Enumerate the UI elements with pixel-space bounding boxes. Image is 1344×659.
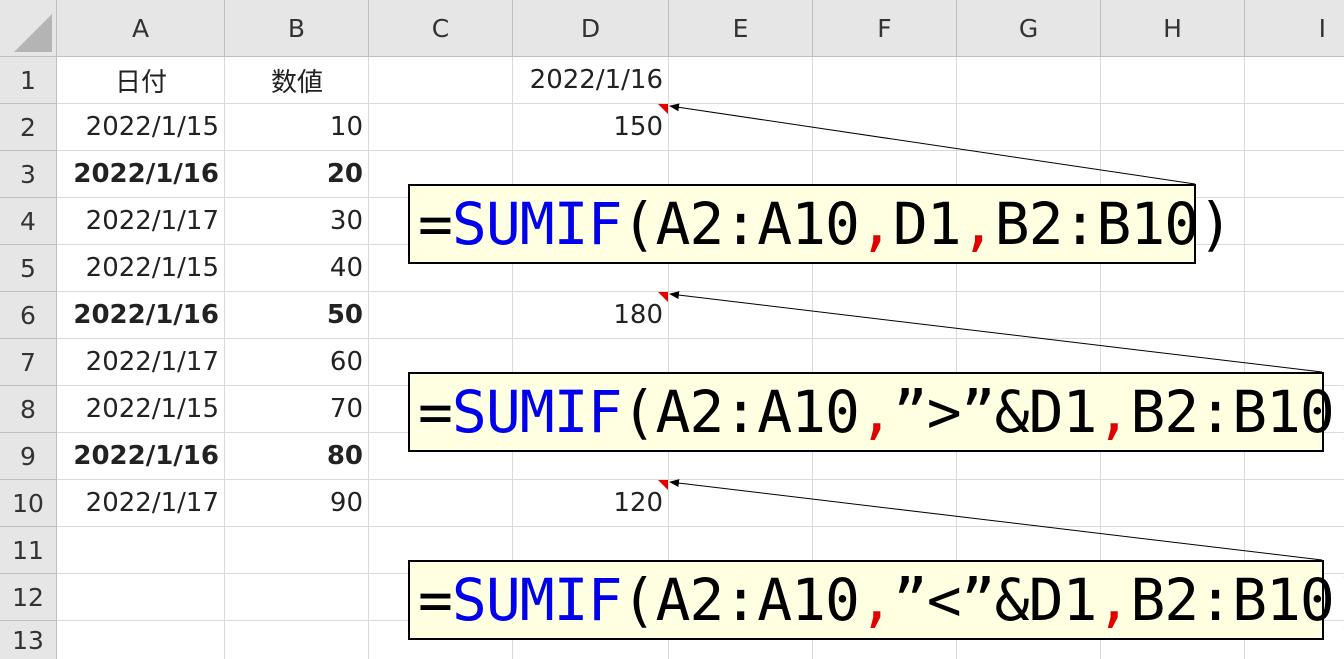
row-header-5[interactable]: 5 <box>0 245 57 292</box>
row-header-11[interactable]: 11 <box>0 527 57 574</box>
column-header-h[interactable]: H <box>1101 0 1245 57</box>
formula-sum-range: B2:B10) <box>1130 566 1344 634</box>
row-header-6[interactable]: 6 <box>0 292 57 339</box>
formula-separator: , <box>1096 378 1131 446</box>
cell-a4[interactable]: 2022/1/17 <box>57 198 225 244</box>
formula-range: (A2:A10 <box>621 566 860 634</box>
row-header-7[interactable]: 7 <box>0 339 57 386</box>
cell-d1[interactable]: 2022/1/16 <box>513 57 669 103</box>
cell-b7[interactable]: 60 <box>225 339 369 385</box>
comment-indicator-icon[interactable] <box>658 292 668 302</box>
formula-comment-2[interactable]: =SUMIF(A2:A10,”>”&D1,B2:B10) <box>408 372 1344 452</box>
select-all-button[interactable] <box>0 0 57 57</box>
comment-indicator-icon[interactable] <box>658 104 668 114</box>
formula-criteria: ”<”&D1 <box>892 566 1098 634</box>
cell-b9[interactable]: 80 <box>225 433 369 479</box>
formula-criteria: D1 <box>892 190 962 258</box>
comment-arrow-1 <box>669 103 1196 185</box>
formula-sum-range: B2:B10) <box>1130 378 1344 446</box>
row-header-13[interactable]: 13 <box>0 621 57 659</box>
cell-b5[interactable]: 40 <box>225 245 369 291</box>
formula-separator: , <box>1096 566 1131 634</box>
cell-a1[interactable]: 日付 <box>57 57 225 103</box>
formula-function: SUMIF <box>451 566 623 634</box>
cell-a3[interactable]: 2022/1/16 <box>57 151 225 197</box>
comment-arrow-3 <box>669 479 1323 561</box>
cell-a7[interactable]: 2022/1/17 <box>57 339 225 385</box>
formula-equals: = <box>418 566 453 634</box>
comment-indicator-icon[interactable] <box>658 480 668 490</box>
gridline <box>57 526 1344 527</box>
column-header-g[interactable]: G <box>957 0 1101 57</box>
formula-criteria: ”>”&D1 <box>892 378 1098 446</box>
cell-a2[interactable]: 2022/1/15 <box>57 104 225 150</box>
column-header-b[interactable]: B <box>225 0 369 57</box>
row-header-4[interactable]: 4 <box>0 198 57 245</box>
formula-range: (A2:A10 <box>621 378 860 446</box>
column-header-c[interactable]: C <box>369 0 513 57</box>
cell-b4[interactable]: 30 <box>225 198 369 244</box>
row-header-10[interactable]: 10 <box>0 480 57 527</box>
cell-b3[interactable]: 20 <box>225 151 369 197</box>
row-header-2[interactable]: 2 <box>0 104 57 151</box>
comment-arrow-2 <box>669 291 1323 373</box>
cell-b6[interactable]: 50 <box>225 292 369 338</box>
cell-d6[interactable]: 180 <box>513 292 669 338</box>
column-header-d[interactable]: D <box>513 0 669 57</box>
cell-a5[interactable]: 2022/1/15 <box>57 245 225 291</box>
formula-comment-1[interactable]: = SUMIF (A2:A10, D1, B2:B10) <box>408 184 1233 264</box>
formula-function: SUMIF <box>451 378 623 446</box>
select-all-triangle-icon <box>14 14 52 52</box>
column-header-i[interactable]: I <box>1245 0 1344 57</box>
formula-separator: , <box>858 378 894 446</box>
cell-d2[interactable]: 150 <box>513 104 669 150</box>
column-header-a[interactable]: A <box>57 0 225 57</box>
row-header-12[interactable]: 12 <box>0 574 57 621</box>
cell-a9[interactable]: 2022/1/16 <box>57 433 225 479</box>
cell-b8[interactable]: 70 <box>225 386 369 432</box>
formula-range: (A2:A10 <box>621 190 860 258</box>
formula-separator: , <box>858 190 894 258</box>
cell-a10[interactable]: 2022/1/17 <box>57 480 225 526</box>
formula-sum-range: B2:B10) <box>994 190 1233 258</box>
cell-d10[interactable]: 120 <box>513 480 669 526</box>
formula-separator: , <box>960 190 996 258</box>
cell-a8[interactable]: 2022/1/15 <box>57 386 225 432</box>
cell-b1[interactable]: 数値 <box>225 57 369 103</box>
formula-function: SUMIF <box>451 190 623 258</box>
cell-b10[interactable]: 90 <box>225 480 369 526</box>
column-header-e[interactable]: E <box>669 0 813 57</box>
cell-a6[interactable]: 2022/1/16 <box>57 292 225 338</box>
formula-comment-3[interactable]: =SUMIF(A2:A10,”<”&D1,B2:B10) <box>408 560 1344 640</box>
spreadsheet-grid: A B C D E F G H I 1 2 3 4 5 6 7 8 9 10 1… <box>0 0 1344 659</box>
formula-equals: = <box>418 378 453 446</box>
formula-equals: = <box>418 190 453 258</box>
row-header-1[interactable]: 1 <box>0 57 57 104</box>
row-header-9[interactable]: 9 <box>0 433 57 480</box>
row-header-8[interactable]: 8 <box>0 386 57 433</box>
cell-b2[interactable]: 10 <box>225 104 369 150</box>
formula-separator: , <box>858 566 894 634</box>
row-header-3[interactable]: 3 <box>0 151 57 198</box>
column-header-f[interactable]: F <box>813 0 957 57</box>
